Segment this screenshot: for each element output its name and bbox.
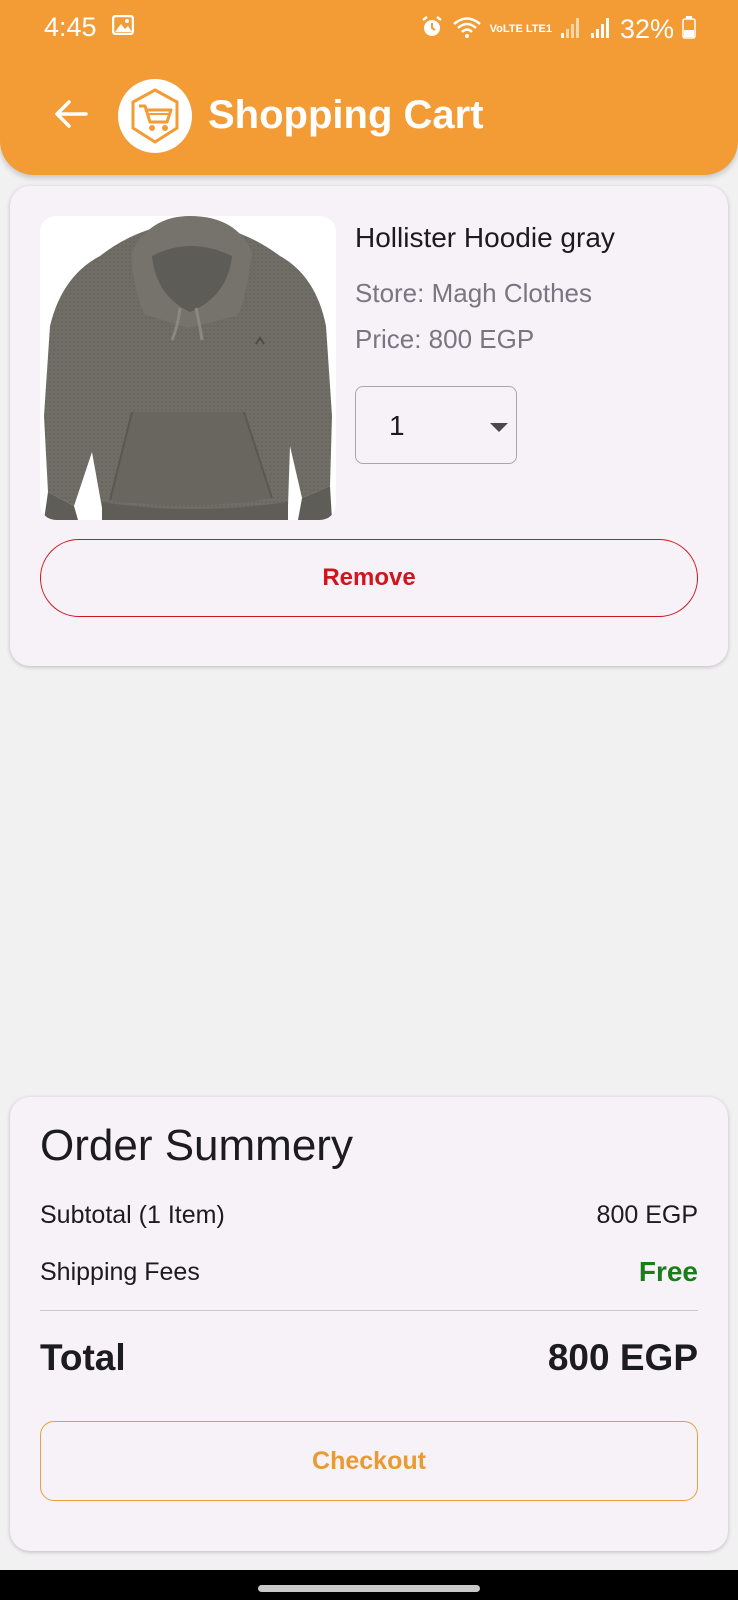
subtotal-row: Subtotal (1 Item) 800 EGP [40, 1198, 698, 1232]
back-button[interactable] [48, 91, 94, 137]
quantity-dropdown[interactable]: 1 [355, 386, 517, 464]
product-image [40, 216, 336, 520]
total-row: Total 800 EGP [40, 1335, 698, 1381]
status-icons: VoLTE LTE1 32% [420, 12, 696, 46]
battery-icon [682, 15, 696, 44]
wifi-icon [452, 15, 482, 44]
gray-hoodie-image-icon [44, 216, 332, 520]
app-bar: 4:45 VoLTE LTE1 32% Shopping Cart [0, 0, 738, 175]
quantity-value: 1 [389, 410, 405, 441]
order-summary-title: Order Summery [40, 1121, 353, 1170]
total-label: Total [40, 1337, 126, 1378]
volte-icon: VoLTE LTE1 [489, 22, 552, 35]
home-gesture-handle[interactable] [258, 1585, 480, 1592]
shopping-cart-logo-icon [118, 79, 192, 153]
signal-icon-1 [560, 15, 582, 44]
shipping-row: Shipping Fees Free [40, 1254, 698, 1290]
arrow-back-icon [55, 100, 88, 128]
product-store: Store: Magh Clothes [355, 278, 593, 308]
status-time: 4:45 [44, 12, 97, 42]
status-bar: 4:45 VoLTE LTE1 32% [0, 0, 738, 58]
product-name: Hollister Hoodie gray [355, 222, 615, 253]
checkout-button[interactable]: Checkout [40, 1421, 698, 1501]
shipping-value: Free [638, 1256, 698, 1287]
divider [40, 1310, 698, 1311]
gallery-notification-icon [111, 14, 135, 36]
signal-icon-2 [590, 15, 612, 44]
battery-percent: 32% [619, 13, 674, 44]
subtotal-value: 800 EGP [596, 1200, 698, 1229]
dropdown-arrow-icon [490, 423, 508, 432]
total-value: 800 EGP [547, 1337, 698, 1378]
alarm-icon [420, 15, 444, 44]
shipping-label: Shipping Fees [40, 1257, 200, 1286]
remove-button[interactable]: Remove [40, 539, 698, 617]
subtotal-label: Subtotal (1 Item) [40, 1200, 225, 1229]
page-title: Shopping Cart [208, 93, 484, 137]
order-summary-card: Order Summery Subtotal (1 Item) 800 EGP … [10, 1097, 728, 1551]
product-price: Price: 800 EGP [355, 324, 535, 354]
cart-item-card: Hollister Hoodie gray Store: Magh Clothe… [10, 186, 728, 666]
